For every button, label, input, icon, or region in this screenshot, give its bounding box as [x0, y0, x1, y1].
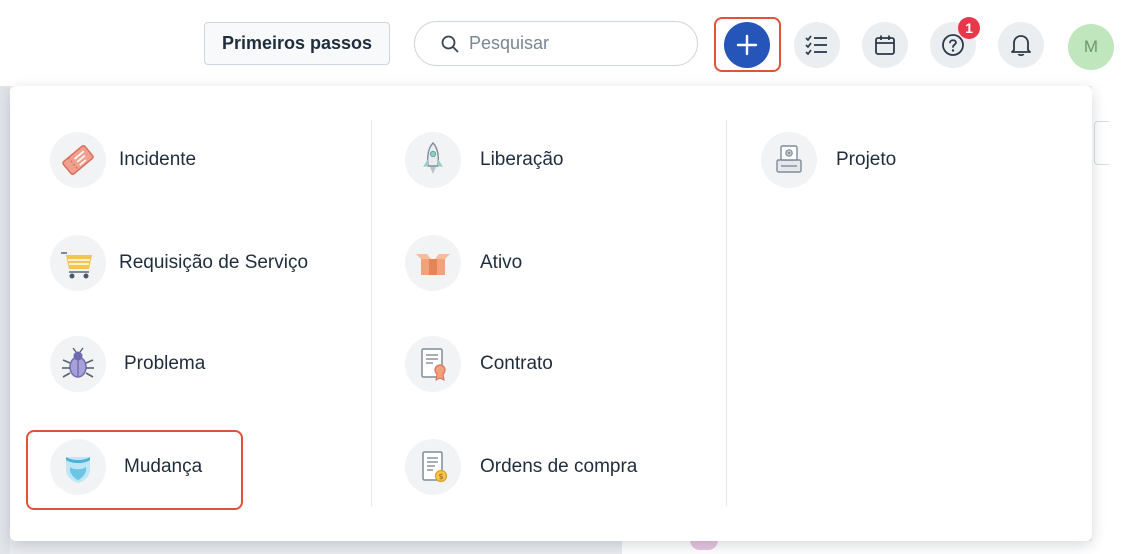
menu-item-label: Requisição de Serviço [119, 252, 309, 273]
search-icon [441, 35, 459, 52]
menu-item-incidente[interactable]: Incidente [50, 130, 196, 190]
bug-icon [50, 336, 106, 392]
ticket-icon [50, 132, 106, 188]
menu-item-liberacao[interactable]: Liberação [405, 130, 563, 190]
background-field-edge [1094, 121, 1109, 165]
notifications-button[interactable] [998, 22, 1044, 68]
checklist-icon [805, 35, 827, 56]
calendar-icon [875, 35, 895, 55]
getting-started-button[interactable]: Primeiros passos [204, 22, 390, 65]
menu-item-label: Contrato [480, 353, 553, 374]
help-notification-badge: 1 [958, 17, 980, 39]
menu-item-requisicao-de-servico[interactable]: Requisição de Serviço [50, 233, 308, 293]
menu-item-ativo[interactable]: Ativo [405, 233, 522, 293]
menu-item-projeto[interactable]: Projeto [761, 130, 896, 190]
background-left-panel [0, 86, 10, 554]
box-icon [405, 235, 461, 291]
rocket-icon [405, 132, 461, 188]
project-icon [761, 132, 817, 188]
mudanca-highlight [26, 430, 243, 510]
plus-icon [736, 34, 758, 56]
menu-item-label: Ativo [480, 252, 523, 273]
menu-item-label: Projeto [836, 149, 897, 170]
menu-item-ordens-de-compra[interactable]: $ Ordens de compra [405, 437, 637, 497]
search-input[interactable] [469, 33, 669, 54]
column-divider [371, 120, 372, 506]
invoice-icon: $ [405, 439, 461, 495]
calendar-button[interactable] [862, 22, 908, 68]
menu-item-label: Incidente [119, 149, 197, 170]
menu-item-contrato[interactable]: Contrato [405, 334, 553, 394]
menu-item-label: Liberação [480, 149, 564, 170]
column-divider [726, 120, 727, 506]
search-box[interactable] [414, 21, 698, 66]
user-avatar[interactable]: M [1068, 24, 1114, 70]
todo-list-button[interactable] [794, 22, 840, 68]
new-item-button[interactable] [724, 22, 770, 68]
certificate-icon [405, 336, 461, 392]
shopping-cart-icon [50, 235, 106, 291]
menu-item-label: Ordens de compra [480, 456, 638, 477]
menu-item-label: Problema [124, 353, 206, 374]
top-header-bar: Primeiros passos Pesquisar 1 M [0, 0, 1141, 86]
svg-text:$: $ [438, 472, 443, 481]
bell-icon [1011, 35, 1031, 57]
menu-item-problema[interactable]: Problema [50, 334, 205, 394]
